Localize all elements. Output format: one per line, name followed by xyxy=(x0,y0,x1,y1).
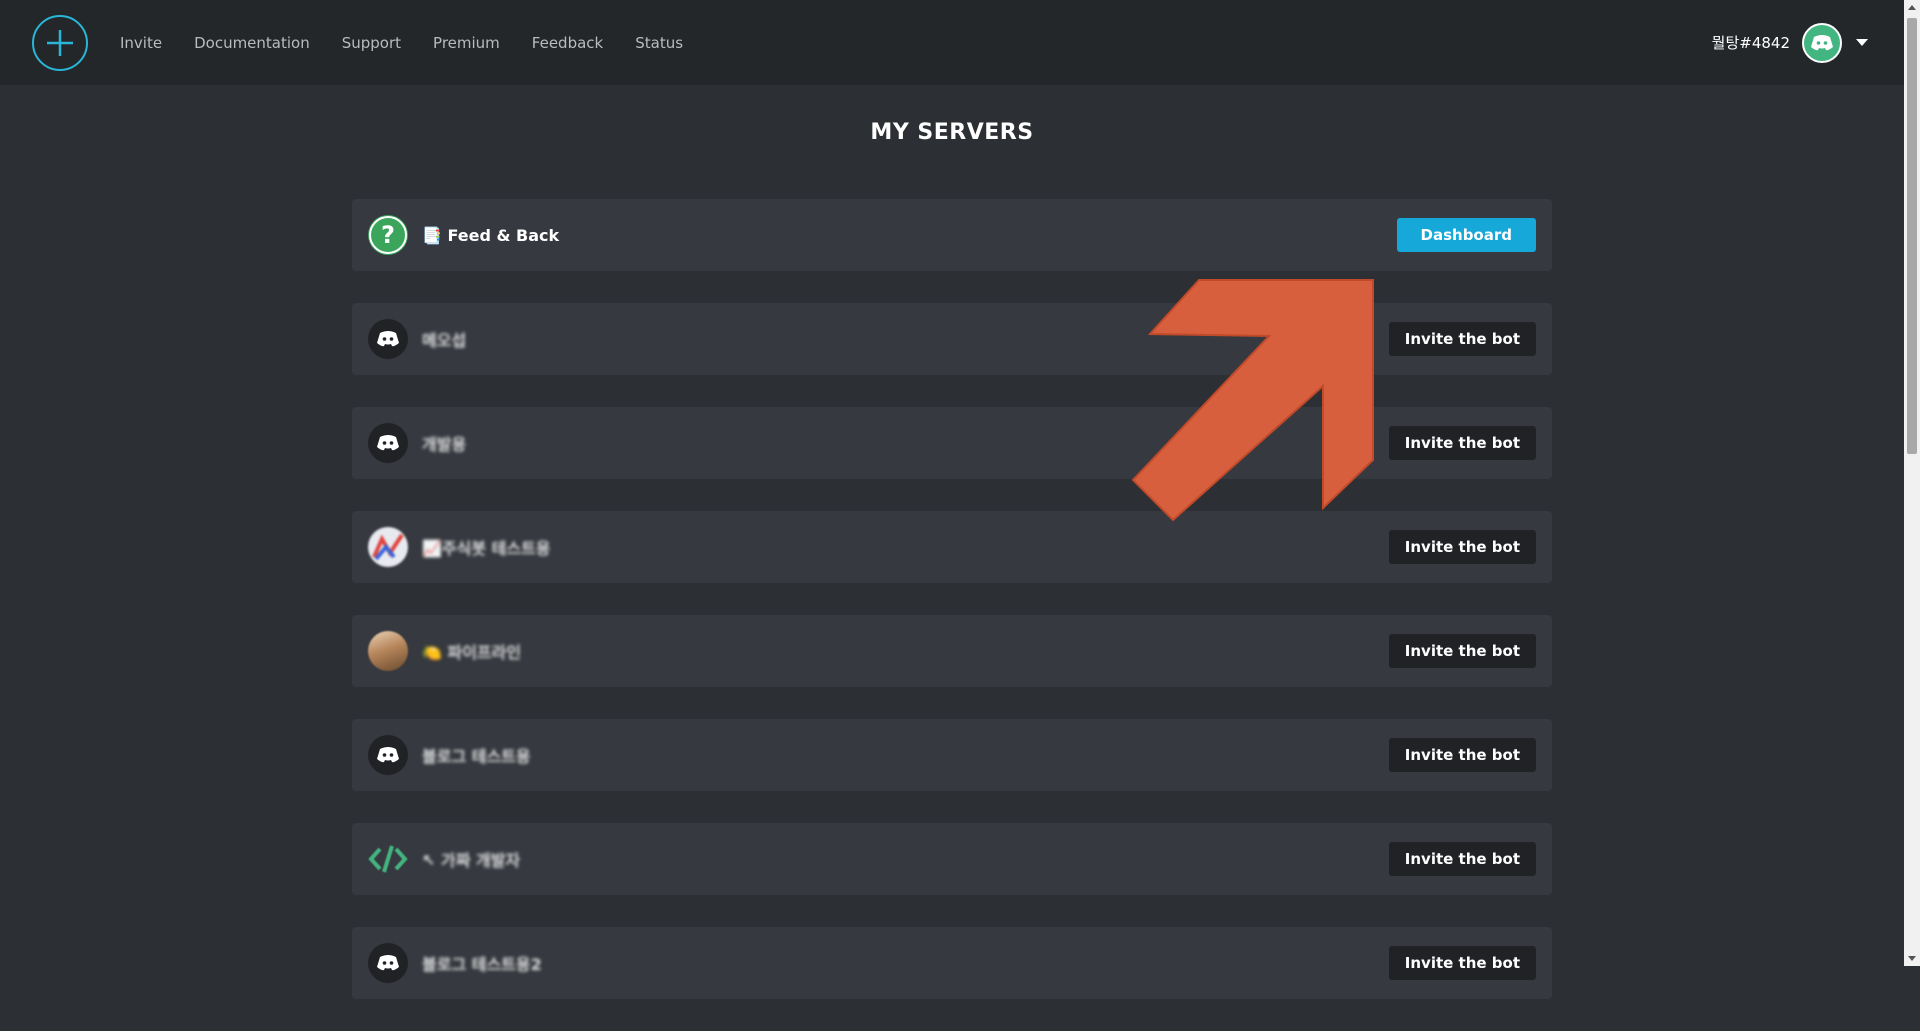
code-icon xyxy=(368,839,408,879)
top-navbar: Invite Documentation Support Premium Fee… xyxy=(0,0,1904,85)
avatar[interactable] xyxy=(1802,22,1842,63)
server-name: 블로그 테스트용 xyxy=(422,747,531,766)
chevron-down-icon[interactable] xyxy=(1856,39,1868,46)
plus-logo-icon[interactable] xyxy=(32,14,88,71)
invite-bot-button[interactable]: Invite the bot xyxy=(1388,530,1536,564)
server-name: 📑 Feed & Back xyxy=(422,225,560,245)
discord-icon xyxy=(368,319,408,359)
discord-icon xyxy=(368,735,408,775)
invite-bot-button[interactable]: Invite the bot xyxy=(1388,322,1536,356)
server-row: 블로그 테스트용2 Invite the bot xyxy=(352,927,1552,999)
server-name: ↖ 가짜 개발자 xyxy=(422,851,521,870)
server-name: 🍋 파이프라인 xyxy=(422,643,522,662)
server-name: 📈주식봇 테스트용 xyxy=(422,539,551,558)
server-row: ↖ 가짜 개발자 Invite the bot xyxy=(352,823,1552,895)
invite-bot-button[interactable]: Invite the bot xyxy=(1388,426,1536,460)
nav-invite[interactable]: Invite xyxy=(120,34,162,52)
discord-icon xyxy=(368,943,408,983)
nav-documentation[interactable]: Documentation xyxy=(194,34,310,52)
scrollbar[interactable] xyxy=(1904,0,1920,966)
discord-icon xyxy=(1811,34,1833,50)
image-icon xyxy=(368,631,408,671)
server-name: 블로그 테스트용2 xyxy=(422,955,542,974)
question-icon: ? xyxy=(368,215,408,255)
discord-icon xyxy=(368,423,408,463)
scroll-up-icon[interactable] xyxy=(1908,5,1916,10)
invite-bot-button[interactable]: Invite the bot xyxy=(1388,842,1536,876)
nav-status[interactable]: Status xyxy=(635,34,683,52)
nav-links: Invite Documentation Support Premium Fee… xyxy=(120,34,715,52)
scroll-thumb[interactable] xyxy=(1907,18,1917,454)
nav-premium[interactable]: Premium xyxy=(433,34,500,52)
nav-feedback[interactable]: Feedback xyxy=(532,34,603,52)
server-name: 개발용 xyxy=(422,435,467,454)
nav-support[interactable]: Support xyxy=(342,34,401,52)
server-name: 메오섭 xyxy=(422,331,467,350)
server-row: 🍋 파이프라인 Invite the bot xyxy=(352,615,1552,687)
user-menu[interactable]: 뭘탕#4842 xyxy=(1711,22,1868,63)
invite-bot-button[interactable]: Invite the bot xyxy=(1388,738,1536,772)
annotation-arrow-icon xyxy=(1131,279,1374,522)
invite-bot-button[interactable]: Invite the bot xyxy=(1388,634,1536,668)
scroll-down-icon[interactable] xyxy=(1908,956,1916,961)
page-title: MY SERVERS xyxy=(870,120,1034,145)
svg-text:?: ? xyxy=(381,221,395,249)
dashboard-button[interactable]: Dashboard xyxy=(1396,218,1536,252)
server-row: ? 📑 Feed & Back Dashboard xyxy=(352,199,1552,271)
invite-bot-button[interactable]: Invite the bot xyxy=(1388,946,1536,980)
username: 뭘탕#4842 xyxy=(1711,34,1790,52)
server-row: 블로그 테스트용 Invite the bot xyxy=(352,719,1552,791)
chart-icon xyxy=(368,527,408,567)
